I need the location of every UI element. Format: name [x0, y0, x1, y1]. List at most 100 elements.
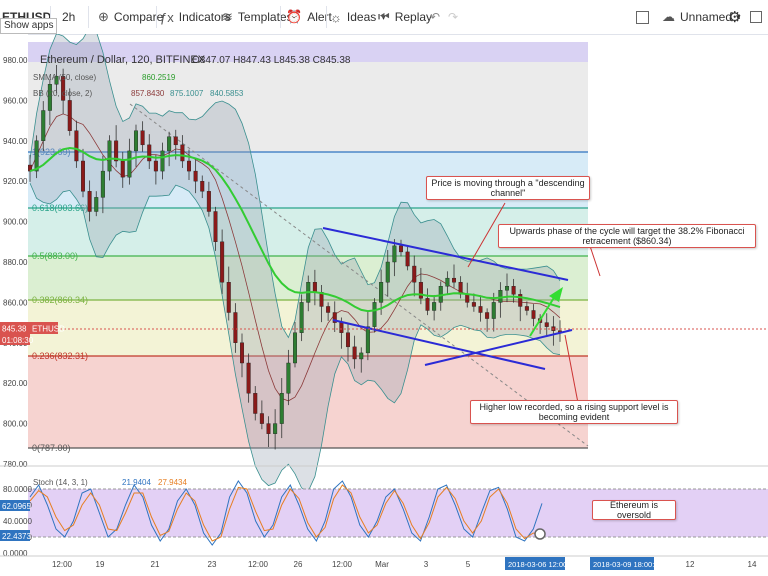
fib-level-label: 0.236(832.31) — [32, 351, 88, 361]
candle-body — [498, 290, 503, 303]
channel-annotation[interactable]: Price is moving through a "descending ch… — [426, 176, 590, 200]
indicators-button[interactable]: ƒx Indicators — [160, 0, 231, 34]
target-callout-pointer — [589, 245, 601, 277]
candle-body — [293, 332, 298, 364]
cloud-icon: ☁ — [662, 9, 675, 24]
candle-body — [180, 144, 185, 162]
candle-body — [153, 160, 158, 172]
candle-body — [266, 423, 271, 434]
time-tick-label: 26 — [294, 560, 303, 569]
candle-body — [425, 298, 430, 311]
candle-body — [511, 286, 516, 295]
candle-body — [524, 306, 529, 311]
candle-body — [418, 281, 423, 299]
candle-body — [392, 245, 397, 263]
replay-icon: ⏮ — [378, 9, 390, 24]
candle-body — [67, 100, 72, 131]
redo-button[interactable]: ↷ — [448, 0, 458, 34]
candle-body — [127, 150, 132, 178]
stoch-tick-label: 40.0000 — [3, 517, 32, 526]
candle-body — [385, 261, 390, 283]
candle-body — [87, 191, 92, 212]
candle-body — [399, 245, 404, 253]
time-cursor-label-1: 2018-03-06 12:00:00 — [508, 560, 578, 569]
alert-button[interactable]: ⏰ Alert — [286, 0, 332, 34]
top-toolbar: ETHUSD 2h ⊕ Compare ƒx Indicators ≋ Templat… — [0, 0, 768, 35]
countdown-value: 01:08:30 — [2, 336, 34, 345]
candle-body — [432, 302, 437, 311]
candle-body — [173, 136, 178, 146]
fullscreen-button[interactable] — [636, 0, 649, 34]
candle-body — [471, 302, 476, 307]
candle-body — [41, 110, 46, 141]
legend-stoch-k: 21.9404 — [122, 478, 151, 487]
channel-annotation-text: Price is moving through a "descending ch… — [431, 178, 585, 198]
candle-body — [326, 306, 331, 313]
time-tick-label: 12 — [686, 560, 695, 569]
candle-body — [485, 312, 490, 319]
time-cursor-label-2: 2018-03-09 18:00:00 — [593, 560, 663, 569]
time-tick-label: 5 — [466, 560, 471, 569]
ideas-label: Ideas — [346, 10, 377, 24]
price-tick-label: 880.00 — [3, 258, 28, 267]
stoch-d-badge-value: 22.4373 — [2, 532, 31, 541]
target-annotation[interactable]: Upwards phase of the cycle will target t… — [498, 224, 756, 248]
fib-level-label: 0(787.00) — [32, 443, 71, 453]
candle-body — [100, 170, 105, 198]
legend-bb-basis: 857.8430 — [131, 89, 165, 98]
candle-body — [193, 170, 198, 182]
time-tick-label: 23 — [208, 560, 217, 569]
divider — [280, 6, 281, 28]
oversold-annotation[interactable]: Ethereum is oversold — [592, 500, 676, 520]
candle-body — [518, 294, 523, 307]
legend-bb-label: BB (20, close, 2) — [33, 89, 92, 98]
show-apps-button[interactable]: Show apps — [0, 18, 58, 34]
time-tick-label: 12:00 — [248, 560, 269, 569]
candle-body — [140, 130, 145, 146]
gear-icon: ⚙ — [728, 9, 742, 26]
candle-body — [544, 322, 549, 327]
candle-body — [226, 281, 231, 313]
compare-button[interactable]: ⊕ Compare — [98, 0, 163, 34]
alert-label: Alert — [307, 10, 332, 24]
candle-body — [220, 241, 225, 283]
time-tick-label: 19 — [96, 560, 105, 569]
candle-body — [365, 326, 370, 354]
legend-smma-value: 860.2519 — [142, 73, 176, 82]
candle-body — [160, 150, 165, 172]
templates-button[interactable]: ≋ Templates — [222, 0, 293, 34]
candle-body — [107, 140, 112, 172]
price-tick-label: 860.00 — [3, 298, 28, 307]
replay-button[interactable]: ⏮ Replay — [378, 0, 432, 34]
settings-button[interactable]: ⚙ — [728, 0, 741, 34]
price-chart[interactable]: 1(923.69)0.618(903.66)0.5(883.00)0.382(8… — [0, 34, 768, 576]
oversold-annotation-text: Ethereum is oversold — [609, 500, 659, 520]
fullscreen-icon — [636, 10, 649, 24]
snapshot-button[interactable] — [750, 0, 762, 34]
compare-icon: ⊕ — [98, 9, 109, 24]
support-annotation[interactable]: Higher low recorded, so a rising support… — [470, 400, 678, 424]
candle-body — [239, 342, 244, 364]
candle-body — [253, 393, 258, 414]
redo-icon: ↷ — [448, 10, 459, 24]
legend-ohlc: O847.07 H847.43 L845.38 C845.38 — [192, 55, 351, 66]
lightbulb-icon: ☼ — [330, 9, 342, 25]
replay-label: Replay — [394, 10, 433, 24]
target-annotation-text: Upwards phase of the cycle will target t… — [509, 226, 745, 246]
undo-icon: ↶ — [430, 10, 441, 24]
candle-body — [319, 292, 324, 307]
layout-name: Unnamed — [680, 10, 733, 24]
candle-body — [359, 352, 364, 360]
divider — [326, 6, 327, 28]
interval-button[interactable]: 2h — [62, 0, 75, 34]
undo-button[interactable]: ↶ — [430, 0, 440, 34]
candle-body — [147, 144, 152, 162]
legend-bb-upper: 875.1007 — [170, 89, 204, 98]
candle-body — [465, 294, 470, 303]
candle-body — [186, 160, 191, 172]
legend-bb-lower: 840.5853 — [210, 89, 244, 98]
candle-body — [339, 322, 344, 333]
interval-label: 2h — [62, 10, 76, 24]
oversold-marker — [534, 528, 546, 540]
candle-body — [74, 130, 79, 162]
